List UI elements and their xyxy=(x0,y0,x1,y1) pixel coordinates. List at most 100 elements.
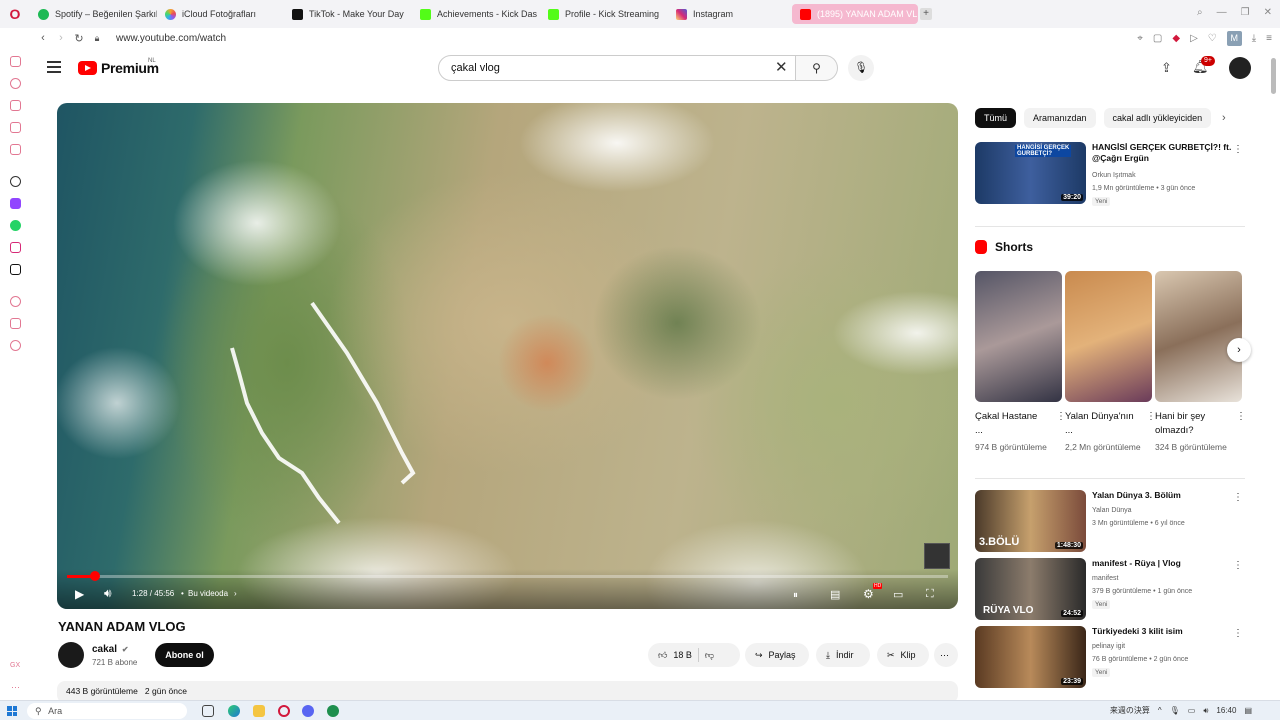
short-thumbnail[interactable] xyxy=(1155,271,1242,402)
network-icon[interactable]: ▭ xyxy=(1188,706,1196,715)
subscribe-button[interactable]: Abone ol xyxy=(155,643,214,667)
opera-gx-icon[interactable] xyxy=(278,705,290,717)
sidebar-instagram-icon[interactable] xyxy=(10,242,21,253)
clock[interactable]: 16:40 xyxy=(1216,706,1236,715)
create-upload-icon[interactable]: ⇪ xyxy=(1161,60,1172,76)
pin-icon[interactable]: ⌖ xyxy=(1137,33,1143,44)
recommendation-channel[interactable]: Yalan Dünya xyxy=(1092,507,1132,514)
chat-app-icon[interactable] xyxy=(327,705,339,717)
sidebar-tiktok-icon[interactable] xyxy=(10,264,21,275)
sidebar-flow-icon[interactable] xyxy=(10,122,21,133)
edge-icon[interactable] xyxy=(228,705,240,717)
microphone-tray-icon[interactable]: 🎙︎ xyxy=(1170,706,1180,715)
sidebar-extensions-icon[interactable] xyxy=(10,318,21,329)
recommendation-item[interactable]: 23:39 Türkiyedeki 3 kilit isim pelinay i… xyxy=(975,626,1245,690)
forward-icon[interactable]: › xyxy=(52,32,70,44)
short-item[interactable]: Çakal Hastane ... 974 B görüntüleme ⋮ xyxy=(975,271,1066,454)
chip-from-search[interactable]: Aramanızdan xyxy=(1024,108,1096,128)
scrollbar-thumb[interactable] xyxy=(1271,58,1276,94)
opera-logo-icon[interactable]: O xyxy=(0,6,30,22)
tab-tiktok[interactable]: TikTok - Make Your Day xyxy=(284,4,412,24)
chip-all[interactable]: Tümü xyxy=(975,108,1017,128)
search-input[interactable]: çakal vlog xyxy=(438,55,796,81)
shorts-next-chevron-icon[interactable]: › xyxy=(1227,338,1251,362)
settings-gear-icon[interactable]: ⚙ xyxy=(863,587,874,601)
search-tabs-icon[interactable]: ⌕ xyxy=(1197,7,1203,18)
channel-name[interactable]: cakal ✔ xyxy=(92,644,129,655)
sidebar-aria-icon[interactable] xyxy=(10,56,21,67)
kebab-menu-icon[interactable]: ⋮ xyxy=(1233,144,1243,155)
sidebar-chatgpt-icon[interactable] xyxy=(10,176,21,187)
tab-kick-achievements[interactable]: Achievements - Kick Das xyxy=(412,4,540,24)
share-button[interactable]: ↪ Paylaş xyxy=(745,643,809,667)
theater-mode-icon[interactable]: ▭ xyxy=(893,588,903,601)
notifications-icon[interactable]: ▤ xyxy=(1244,706,1252,715)
sidebar-history-icon[interactable] xyxy=(10,78,21,89)
file-explorer-icon[interactable] xyxy=(253,705,265,717)
recommendation-thumbnail[interactable]: 23:39 xyxy=(975,626,1086,688)
volume-icon[interactable]: 🔊︎ xyxy=(104,586,112,601)
short-title[interactable]: Hani bir şey olmazdı? xyxy=(1155,410,1225,438)
like-thumb-icon[interactable]: 👍︎ xyxy=(658,650,667,661)
hamburger-menu-icon[interactable] xyxy=(47,61,61,73)
kebab-menu-icon[interactable]: ⋮ xyxy=(1233,628,1243,639)
short-title[interactable]: Çakal Hastane ... xyxy=(975,410,1045,438)
kebab-menu-icon[interactable]: ⋮ xyxy=(1233,560,1243,571)
sidebar-settings-icon[interactable] xyxy=(10,340,21,351)
sidebar-clock-icon[interactable] xyxy=(10,296,21,307)
kebab-menu-icon[interactable]: ⋮ xyxy=(1236,411,1246,422)
tab-spotify[interactable]: Spotify – Beğenilen Şarkıl xyxy=(30,4,157,24)
tray-widget-text[interactable]: 来週の決算 xyxy=(1110,705,1150,716)
tab-youtube-active[interactable]: (1895) YANAN ADAM VL xyxy=(792,4,918,24)
discord-icon[interactable] xyxy=(302,705,314,717)
back-icon[interactable]: ‹ xyxy=(34,32,52,44)
tab-instagram[interactable]: Instagram xyxy=(668,4,792,24)
heart-icon[interactable]: ♡ xyxy=(1208,33,1217,44)
video-player[interactable]: ▶ 🔊︎ 1:28 / 45:56 • Bu videoda › ⏸ ▤ ⚙ H… xyxy=(57,103,958,609)
download-button[interactable]: ⤓ İndir xyxy=(816,643,870,667)
recommendation-channel[interactable]: manifest xyxy=(1092,575,1118,582)
recommendation-title[interactable]: manifest - Rüya | Vlog xyxy=(1092,558,1232,569)
progress-bar[interactable] xyxy=(67,571,948,581)
tab-kick-profile[interactable]: Profile - Kick Streaming xyxy=(540,4,668,24)
account-avatar[interactable] xyxy=(1229,57,1251,79)
chapter-label[interactable]: Bu videoda xyxy=(188,589,228,598)
short-thumbnail[interactable] xyxy=(975,271,1062,402)
close-icon[interactable]: ✕ xyxy=(1264,7,1272,18)
reload-icon[interactable]: ↻ xyxy=(70,32,88,45)
more-actions-button[interactable]: ⋯ xyxy=(934,643,958,667)
tab-icloud[interactable]: iCloud Fotoğrafları xyxy=(157,4,284,24)
subtitles-icon[interactable]: ▤ xyxy=(830,588,840,601)
volume-tray-icon[interactable]: 🔊︎ xyxy=(1203,706,1208,716)
screenshot-icon[interactable]: ▢ xyxy=(1153,33,1162,44)
sidebar-m-icon[interactable] xyxy=(10,144,21,155)
vpn-icon[interactable]: ◆ xyxy=(1172,33,1180,44)
progress-scrubber[interactable] xyxy=(90,571,101,581)
chapter-chevron-icon[interactable]: › xyxy=(234,589,237,598)
recommendation-channel[interactable]: pelinay igit xyxy=(1092,643,1125,650)
url-field[interactable]: www.youtube.com/watch xyxy=(116,33,226,44)
sidebar-gx-icon[interactable]: GX xyxy=(10,662,20,669)
recommendation-item[interactable]: 3.BÖLÜ 1:48:30 Yalan Dünya 3. Bölüm Yala… xyxy=(975,490,1245,554)
recommendation-item[interactable]: RÜYA VLO 24:52 manifest - Rüya | Vlog ma… xyxy=(975,558,1245,622)
like-count[interactable]: 18 B xyxy=(673,650,692,660)
sidebar-twitch-icon[interactable] xyxy=(10,198,21,209)
recommendation-thumbnail[interactable]: 3.BÖLÜ 1:48:30 xyxy=(975,490,1086,552)
short-title[interactable]: Yalan Dünya'nın ... xyxy=(1065,410,1135,438)
kebab-menu-icon[interactable]: ⋮ xyxy=(1233,492,1243,503)
voice-search-button[interactable]: 🎙︎ xyxy=(848,55,874,81)
play-icon[interactable]: ▶ xyxy=(75,587,84,601)
new-tab-button[interactable]: + xyxy=(920,8,932,20)
recommendation-item[interactable]: HANGİSİ GERÇEK GURBETÇİ? 39:20 HANGİSİ GE… xyxy=(975,142,1245,206)
recommendation-title[interactable]: Türkiyedeki 3 kilit isim xyxy=(1092,626,1232,637)
download-icon[interactable]: ⤓ xyxy=(1252,33,1256,44)
chip-from-uploader[interactable]: cakal adlı yükleyiciden xyxy=(1103,108,1212,128)
recommendation-thumbnail[interactable]: HANGİSİ GERÇEK GURBETÇİ? 39:20 xyxy=(975,142,1086,204)
page-scrollbar[interactable] xyxy=(1271,58,1276,698)
fullscreen-icon[interactable]: ⛶ xyxy=(926,588,934,601)
maximize-icon[interactable]: ❐ xyxy=(1241,7,1250,18)
recommendation-title[interactable]: Yalan Dünya 3. Bölüm xyxy=(1092,490,1232,501)
sidebar-whatsapp-icon[interactable] xyxy=(10,220,21,231)
clear-search-icon[interactable]: ✕ xyxy=(775,58,788,76)
profile-icon[interactable]: M xyxy=(1226,31,1242,46)
